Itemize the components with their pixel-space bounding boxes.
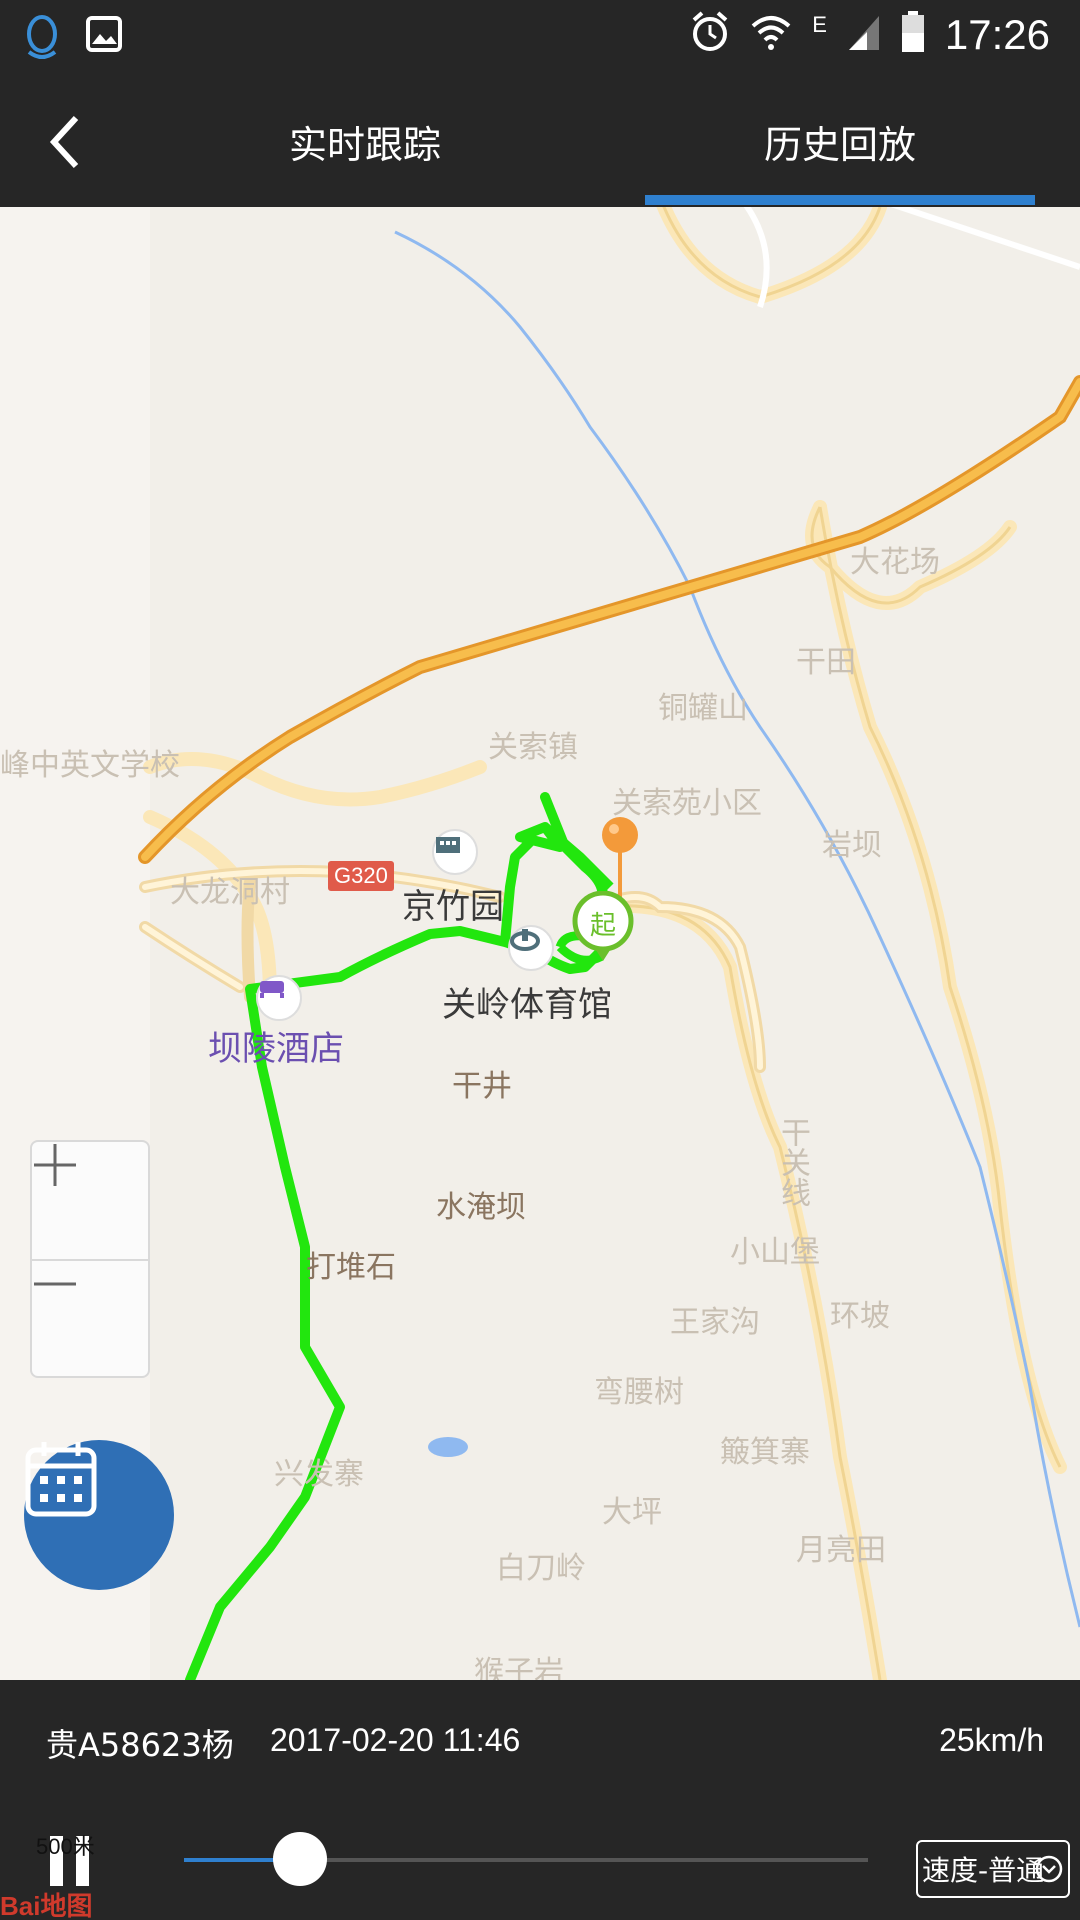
alarm-icon [690, 10, 730, 59]
map-label: 打堆石 [306, 1250, 396, 1285]
calendar-button[interactable] [24, 1440, 174, 1590]
map-label-baling-hotel[interactable]: 坝陵酒店 [208, 1021, 344, 1070]
start-marker[interactable]: 起 [572, 891, 634, 961]
stadium-icon [508, 925, 554, 971]
map-view[interactable]: 关索镇 铜罐山 关索苑小区 干田 大花场 岩坝 峰中英文学校 大龙洞村 京竹园 … [0, 207, 1080, 1680]
map-label-guanling-stadium[interactable]: 关岭体育馆 [442, 977, 612, 1026]
baidu-map-logo: Bai地图 [0, 1891, 93, 1920]
map-label: 小山堡 [730, 1235, 820, 1270]
zoom-in-button[interactable] [32, 1142, 148, 1258]
hotel-icon [256, 975, 302, 1021]
map-label: 铜罐山 [658, 691, 748, 726]
map-label: 水淹坝 [436, 1190, 526, 1225]
map-label: 簸箕寨 [720, 1435, 810, 1470]
chevron-left-icon [49, 115, 79, 169]
map-label: 干田 [796, 645, 856, 680]
calendar-icon [25, 1442, 97, 1517]
map-label: 猴子岩 [474, 1655, 564, 1680]
network-type-label: E [812, 12, 827, 37]
map-label: 干关线 [775, 1117, 810, 1207]
top-nav: 实时跟踪 历史回放 [0, 76, 1080, 207]
map-label: 环坡 [830, 1299, 890, 1334]
vehicle-plate: 贵A58623杨 [46, 1726, 234, 1764]
map-label: 兴发寨 [274, 1457, 364, 1492]
status-bar: E 17:26 [0, 0, 1080, 76]
map-label: 大坪 [602, 1495, 662, 1530]
clock: 17:26 [944, 10, 1050, 58]
map-label: 月亮田 [796, 1533, 886, 1568]
map-label: 峰中英文学校 [0, 748, 180, 783]
map-label: 王家沟 [670, 1305, 760, 1340]
tab-realtime-tracking[interactable]: 实时跟踪 [210, 76, 520, 207]
building-icon [432, 829, 478, 875]
image-icon [86, 14, 122, 65]
tab-history-playback[interactable]: 历史回放 [645, 76, 1035, 207]
map-label: 岩坝 [822, 828, 882, 863]
battery-icon [901, 11, 925, 58]
map-label: 白刀岭 [496, 1551, 586, 1586]
playback-datetime: 2017-02-20 11:46 [270, 1722, 521, 1758]
road-badge-g320: G320 [328, 861, 394, 891]
qq-icon [24, 14, 60, 65]
playback-panel: 贵A58623杨 2017-02-20 11:46 25km/h 速度-普通 [0, 1680, 1080, 1920]
wifi-icon [750, 12, 792, 57]
zoom-control [30, 1140, 150, 1378]
back-button[interactable] [40, 106, 100, 176]
map-label: 弯腰树 [594, 1375, 684, 1410]
active-tab-indicator [645, 195, 1035, 205]
signal-icon [847, 12, 881, 57]
map-scale: 500米 [36, 1834, 95, 1859]
map-label: 大龙洞村 [170, 875, 290, 910]
progress-thumb[interactable] [273, 1832, 328, 1886]
minus-icon [34, 1282, 76, 1286]
current-speed: 25km/h [939, 1722, 1044, 1758]
playback-speed-select[interactable]: 速度-普通 [916, 1840, 1070, 1898]
map-label: 大花场 [850, 545, 940, 580]
map-label: 干井 [452, 1069, 512, 1104]
zoom-out-button[interactable] [32, 1261, 148, 1377]
chevron-down-icon [1035, 1855, 1063, 1883]
map-label: 关索镇 [488, 730, 578, 765]
plus-icon [34, 1144, 76, 1186]
playback-progress-slider[interactable] [184, 1832, 868, 1886]
map-label-jingzhuyuan[interactable]: 京竹园 [402, 879, 504, 928]
